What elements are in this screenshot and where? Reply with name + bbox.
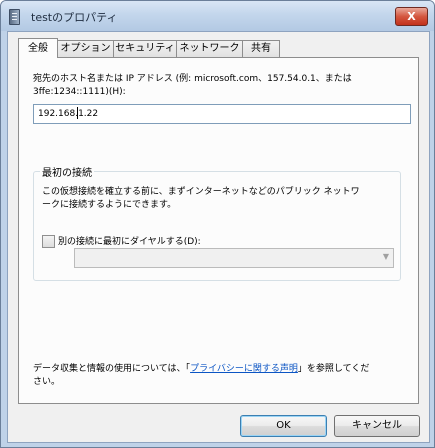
vpn-connection-icon	[9, 9, 20, 25]
dial-first-checkbox[interactable]	[42, 235, 55, 248]
host-address-label-line1: 宛先のホスト名または IP アドレス (例: microsoft.com、157…	[33, 74, 352, 84]
privacy-line1: データ収集と情報の使用については、「プライバシーに関する声明」を参照してくだ	[33, 363, 413, 376]
privacy-suffix: 」を参照してくだ	[297, 364, 370, 374]
host-address-label-line2: 3ffe:1234::1111)(H):	[33, 87, 126, 97]
privacy-notice: データ収集と情報の使用については、「プライバシーに関する声明」を参照してくだ さ…	[33, 363, 413, 389]
ok-button[interactable]: OK	[240, 415, 327, 437]
host-address-label: 宛先のホスト名または IP アドレス (例: microsoft.com、157…	[33, 73, 405, 99]
chevron-down-icon: ▼	[382, 252, 389, 261]
description-line2: ークに接続するようにできます。	[42, 200, 177, 210]
cancel-button[interactable]: キャンセル	[334, 415, 420, 437]
first-connection-description: この仮想接続を確立する前に、まずインターネットなどのパブリック ネットワ ークに…	[42, 186, 392, 212]
properties-window: testのプロパティ X 全般 オプション セキュリティ ネットワーク 共有 宛…	[0, 0, 435, 448]
tab-security[interactable]: セキュリティ	[113, 40, 177, 57]
close-button[interactable]: X	[395, 7, 428, 26]
dialog-client-area: 全般 オプション セキュリティ ネットワーク 共有 宛先のホスト名または IP …	[7, 31, 430, 443]
privacy-line2: さい。	[33, 377, 61, 387]
first-connection-title: 最初の接続	[40, 164, 94, 179]
window-title: testのプロパティ	[31, 11, 118, 24]
host-address-input[interactable]	[33, 104, 411, 124]
title-bar[interactable]: testのプロパティ X	[1, 1, 434, 31]
dial-first-label: 別の接続に最初にダイヤルする(D):	[58, 237, 201, 247]
tab-general[interactable]: 全般	[18, 38, 58, 58]
tab-options[interactable]: オプション	[57, 40, 114, 57]
tab-sharing[interactable]: 共有	[242, 40, 280, 57]
general-tab-panel: 宛先のホスト名または IP アドレス (例: microsoft.com、157…	[18, 57, 419, 404]
dial-first-option[interactable]: 別の接続に最初にダイヤルする(D):	[42, 234, 201, 248]
tab-networking[interactable]: ネットワーク	[176, 40, 243, 57]
text-caret	[77, 107, 78, 119]
privacy-prefix: データ収集と情報の使用については、「	[33, 364, 191, 374]
close-icon: X	[407, 10, 416, 23]
description-line1: この仮想接続を確立する前に、まずインターネットなどのパブリック ネットワ	[42, 187, 360, 197]
dial-connection-select: ▼	[74, 248, 394, 268]
privacy-statement-link[interactable]: プライバシーに関する声明	[190, 364, 298, 374]
